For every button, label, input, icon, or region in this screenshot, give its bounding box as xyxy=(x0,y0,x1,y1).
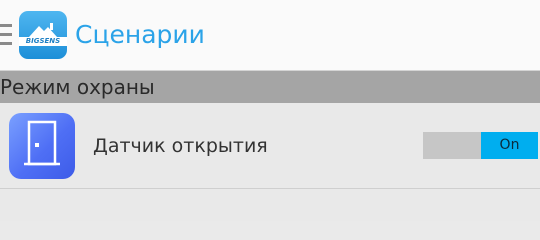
item-label: Датчик открытия xyxy=(93,135,268,157)
section-header: Режим охраны xyxy=(0,71,540,103)
section-header-title: Режим охраны xyxy=(0,75,155,99)
hamburger-menu-icon[interactable] xyxy=(0,24,12,46)
app-logo-icon[interactable]: BIGSENS xyxy=(19,11,67,59)
house-roof-icon xyxy=(29,23,57,37)
toggle-switch[interactable]: On xyxy=(423,132,538,159)
list-item[interactable]: Датчик открытия On xyxy=(0,103,540,189)
app-screen: BIGSENS Сценарии Режим охраны Датчик отк… xyxy=(0,0,540,221)
logo-text: BIGSENS xyxy=(19,37,67,46)
page-title: Сценарии xyxy=(75,20,205,49)
door-sensor-icon xyxy=(9,113,75,179)
toggle-on-label[interactable]: On xyxy=(481,132,538,159)
action-bar: BIGSENS Сценарии xyxy=(0,0,540,71)
